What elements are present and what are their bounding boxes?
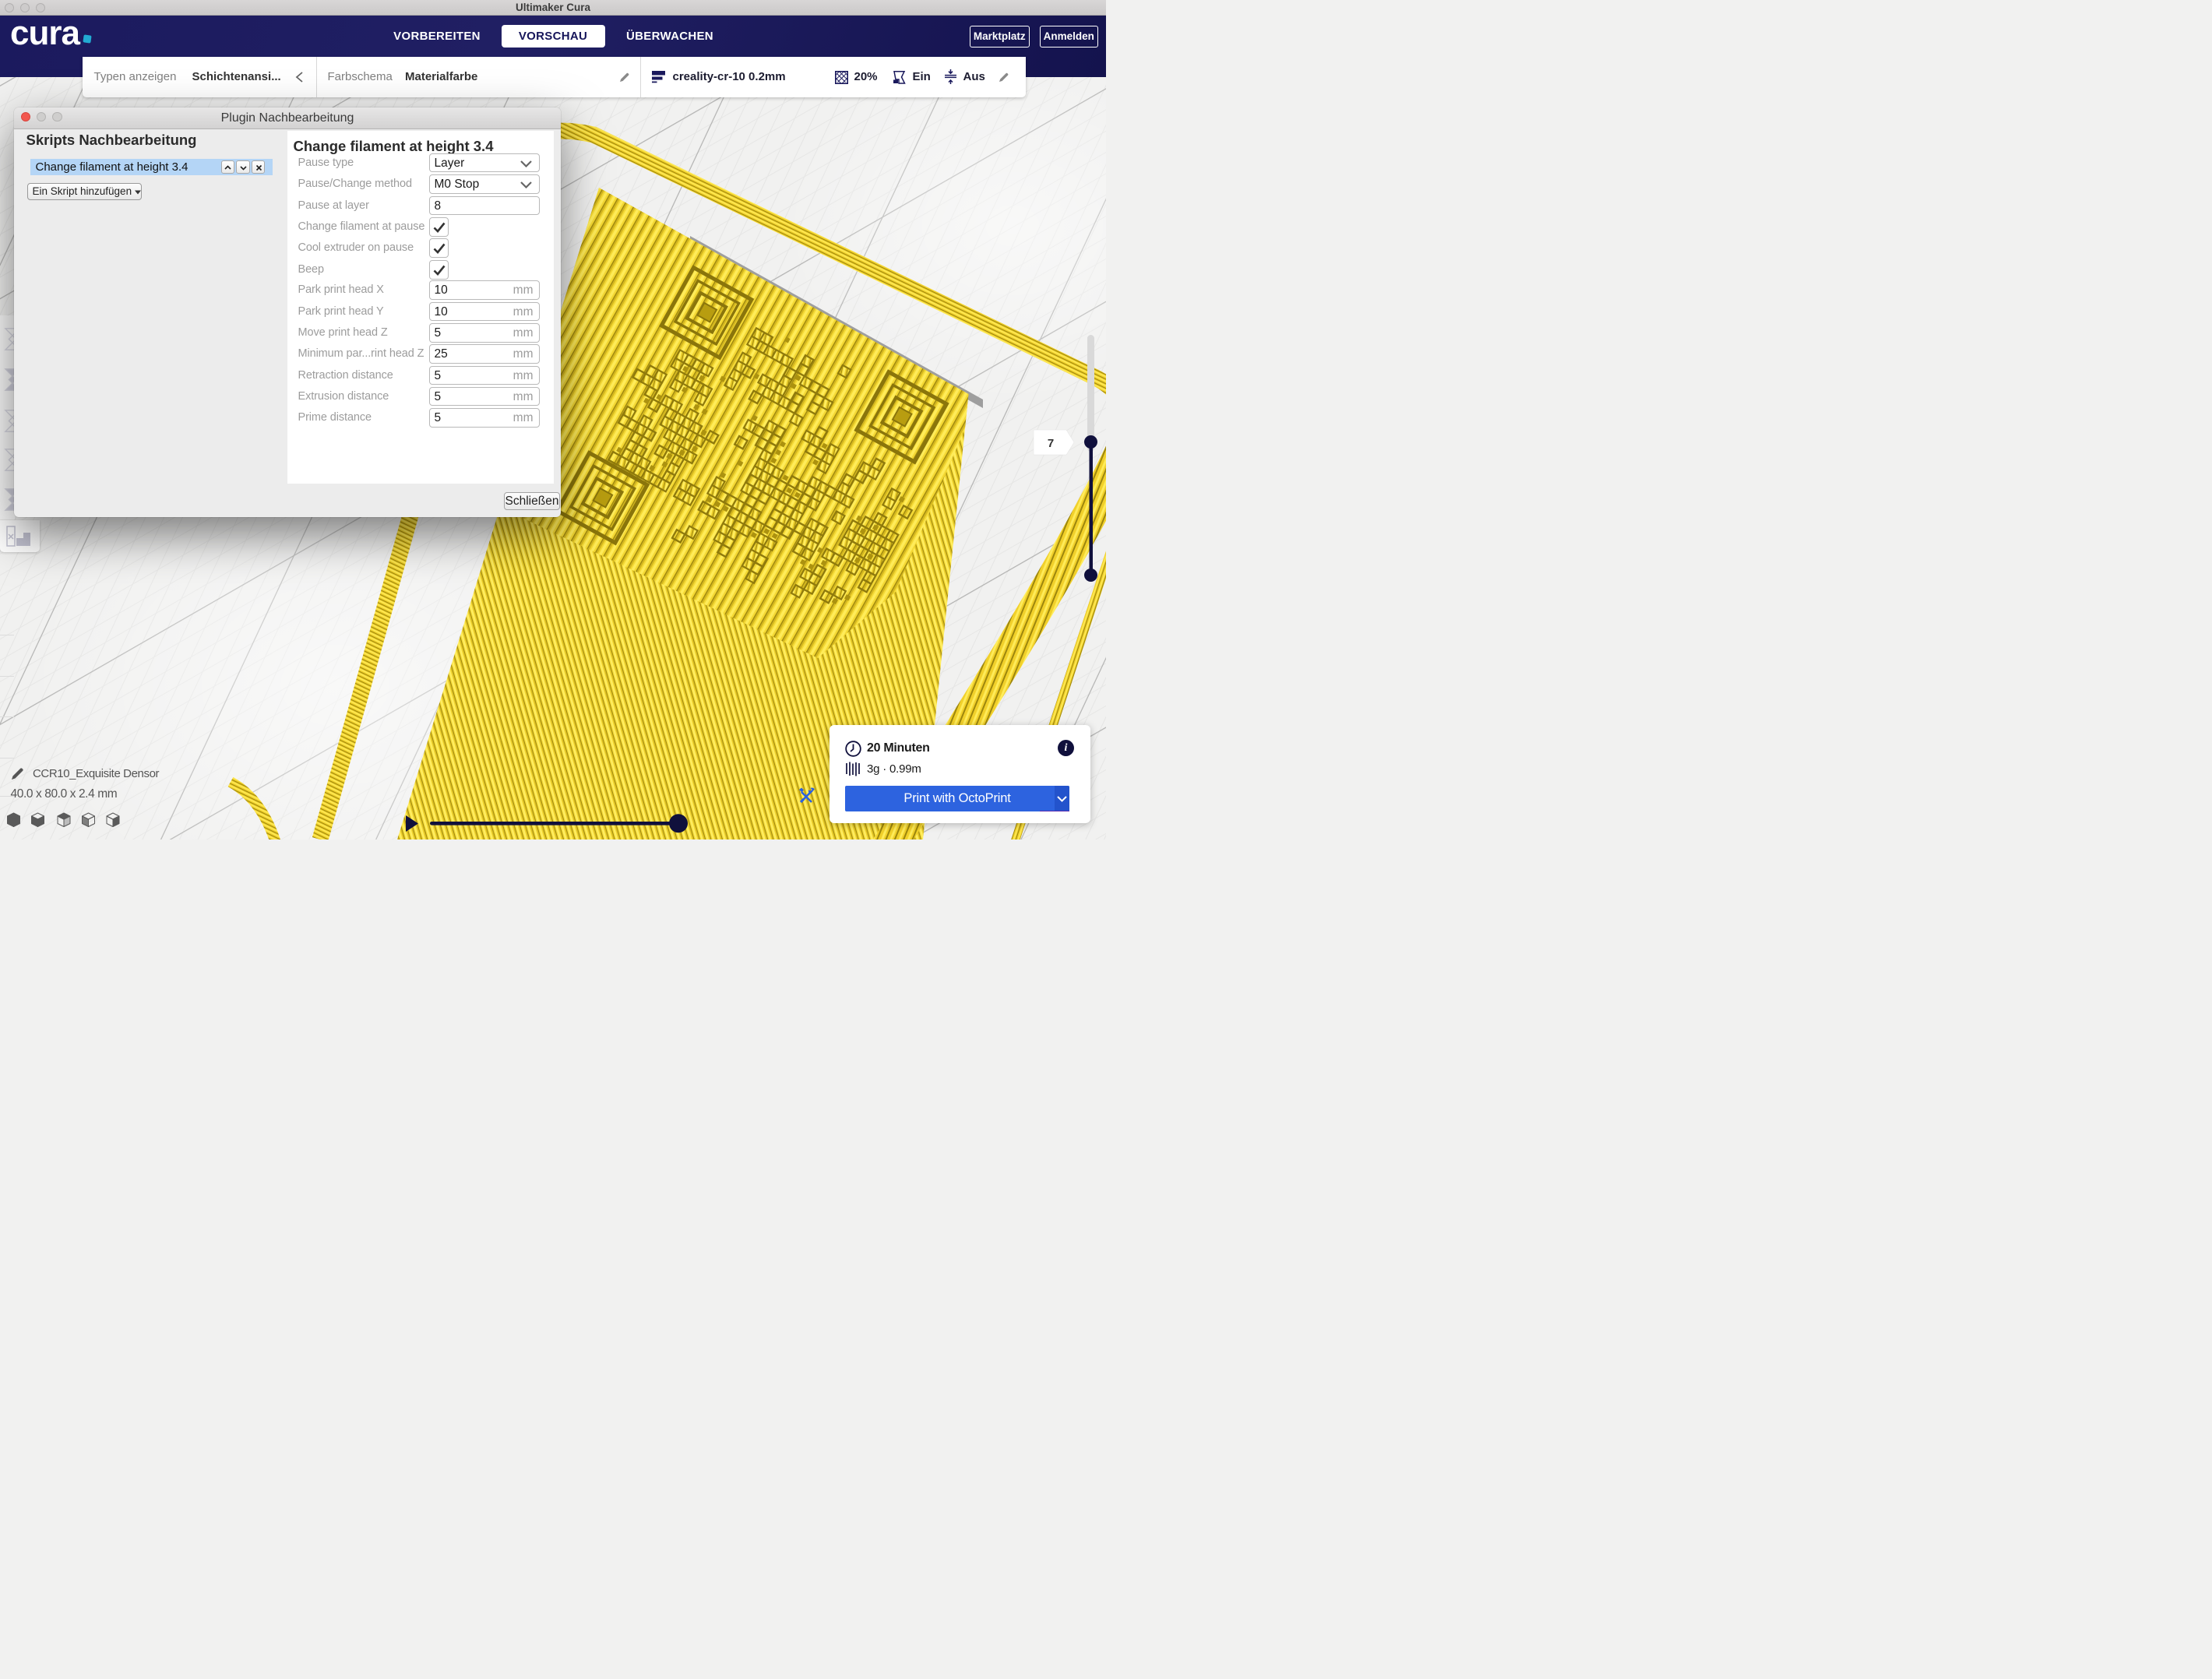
svg-text:7: 7 xyxy=(1048,437,1054,450)
